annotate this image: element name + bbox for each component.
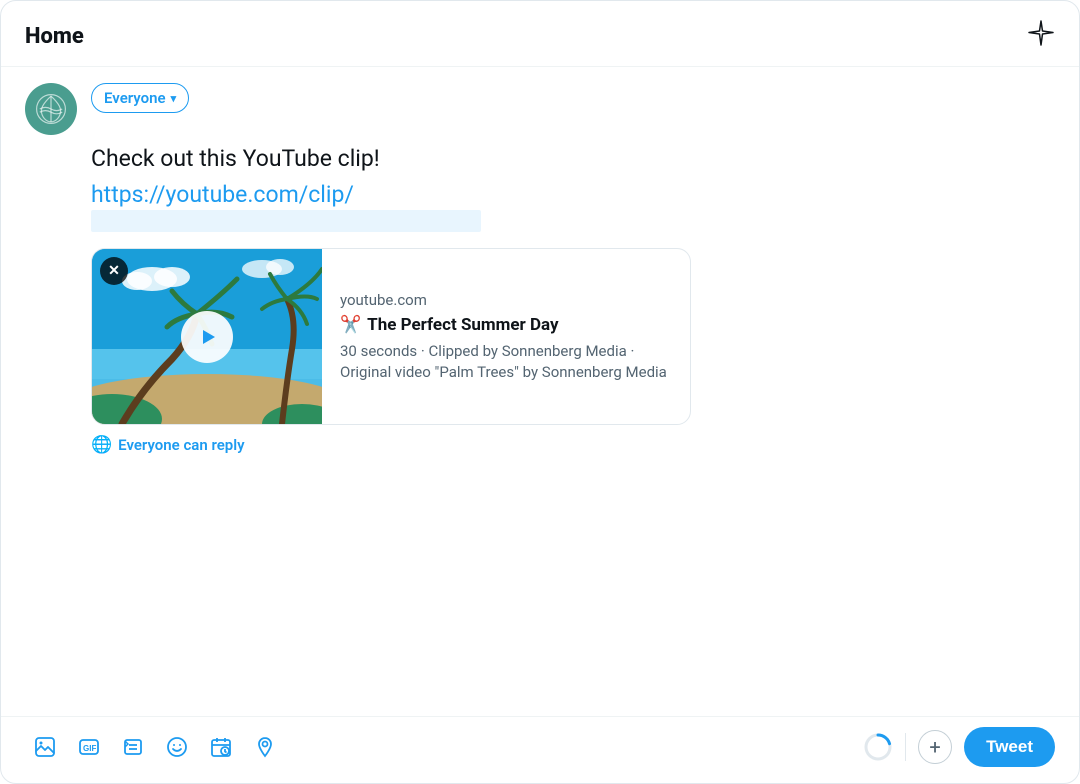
- preview-thumbnail: ✕: [92, 249, 322, 424]
- compose-top: Everyone ▾: [25, 83, 1055, 135]
- toolbar-left: GIF: [25, 727, 863, 767]
- preview-domain: youtube.com: [340, 291, 672, 309]
- compose-area: Everyone ▾ Check out this YouTube clip! …: [1, 67, 1079, 716]
- location-icon[interactable]: [245, 727, 285, 767]
- chevron-down-icon: ▾: [171, 92, 177, 105]
- character-count-progress: [863, 732, 893, 762]
- compose-body: Check out this YouTube clip! https://you…: [91, 143, 1055, 716]
- everyone-dropdown[interactable]: Everyone ▾: [91, 83, 189, 113]
- emoji-icon[interactable]: [157, 727, 197, 767]
- link-highlight: [91, 210, 481, 232]
- tweet-text[interactable]: Check out this YouTube clip!: [91, 143, 1055, 175]
- twitter-compose-window: Home Everyone ▾: [0, 0, 1080, 784]
- globe-icon: 🌐: [91, 435, 112, 455]
- poll-icon[interactable]: [113, 727, 153, 767]
- sparkle-icon[interactable]: [1027, 19, 1055, 54]
- everyone-label: Everyone: [104, 89, 166, 107]
- svg-text:GIF: GIF: [83, 744, 96, 753]
- scissors-icon: ✂️: [340, 315, 361, 335]
- tweet-button[interactable]: Tweet: [964, 727, 1055, 767]
- schedule-icon[interactable]: [201, 727, 241, 767]
- close-preview-button[interactable]: ✕: [100, 257, 128, 285]
- gif-icon[interactable]: GIF: [69, 727, 109, 767]
- image-icon[interactable]: [25, 727, 65, 767]
- avatar: [25, 83, 77, 135]
- preview-title-text: The Perfect Summer Day: [367, 315, 558, 335]
- preview-card: ✕: [91, 248, 691, 425]
- header: Home: [1, 1, 1079, 67]
- page-title: Home: [25, 24, 84, 49]
- reply-permission-label: Everyone can reply: [118, 436, 244, 454]
- add-thread-button[interactable]: +: [918, 730, 952, 764]
- close-icon: ✕: [108, 264, 120, 278]
- toolbar-right: + Tweet: [863, 727, 1055, 767]
- preview-info: youtube.com ✂️ The Perfect Summer Day 30…: [322, 249, 690, 424]
- reply-permission[interactable]: 🌐 Everyone can reply: [91, 435, 1055, 455]
- play-button[interactable]: [181, 311, 233, 363]
- preview-title: ✂️ The Perfect Summer Day: [340, 315, 672, 335]
- toolbar: GIF: [1, 717, 1079, 783]
- plus-icon: +: [929, 735, 940, 759]
- vertical-divider: [905, 733, 906, 761]
- tweet-link[interactable]: https://youtube.com/clip/: [91, 181, 1055, 208]
- preview-meta: 30 seconds · Clipped by Sonnenberg Media…: [340, 341, 672, 383]
